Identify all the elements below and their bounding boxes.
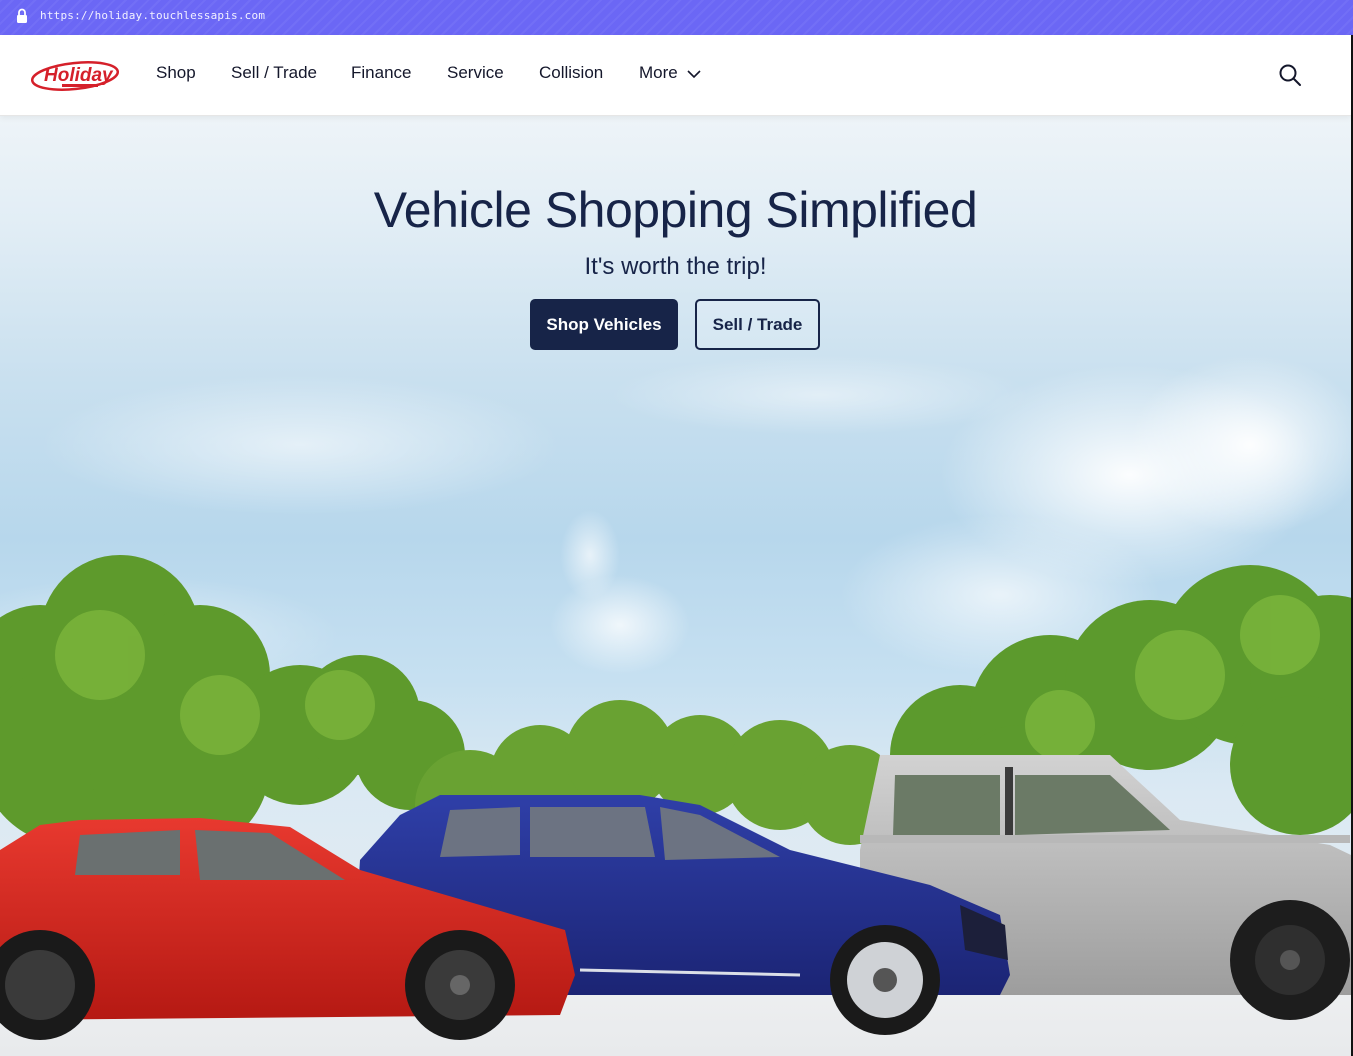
nav-finance[interactable]: Finance bbox=[351, 63, 411, 83]
browser-url-bar: https://holiday.touchlessapis.com bbox=[0, 0, 1353, 35]
nav-service[interactable]: Service bbox=[447, 63, 504, 83]
hero-title: Vehicle Shopping Simplified bbox=[373, 182, 978, 238]
hero-section: Vehicle Shopping Simplified It's worth t… bbox=[0, 115, 1351, 1056]
lock-icon bbox=[17, 8, 27, 23]
hero-subtitle: It's worth the trip! bbox=[584, 253, 767, 280]
site-header: Holiday Shop Sell / Trade Finance Servic… bbox=[0, 35, 1351, 116]
chevron-down-icon bbox=[687, 69, 702, 78]
shop-vehicles-button[interactable]: Shop Vehicles bbox=[530, 299, 678, 350]
nav-more-label: More bbox=[639, 63, 678, 82]
sell-trade-button[interactable]: Sell / Trade bbox=[695, 299, 820, 350]
url-text[interactable]: https://holiday.touchlessapis.com bbox=[40, 9, 265, 22]
nav-more[interactable]: More bbox=[639, 63, 702, 83]
nav-collision[interactable]: Collision bbox=[539, 63, 603, 83]
svg-text:Holiday: Holiday bbox=[44, 65, 114, 86]
holiday-logo[interactable]: Holiday bbox=[30, 56, 120, 96]
nav-sell-trade[interactable]: Sell / Trade bbox=[231, 63, 317, 83]
nav-shop[interactable]: Shop bbox=[156, 63, 196, 83]
search-icon[interactable] bbox=[1278, 63, 1302, 87]
